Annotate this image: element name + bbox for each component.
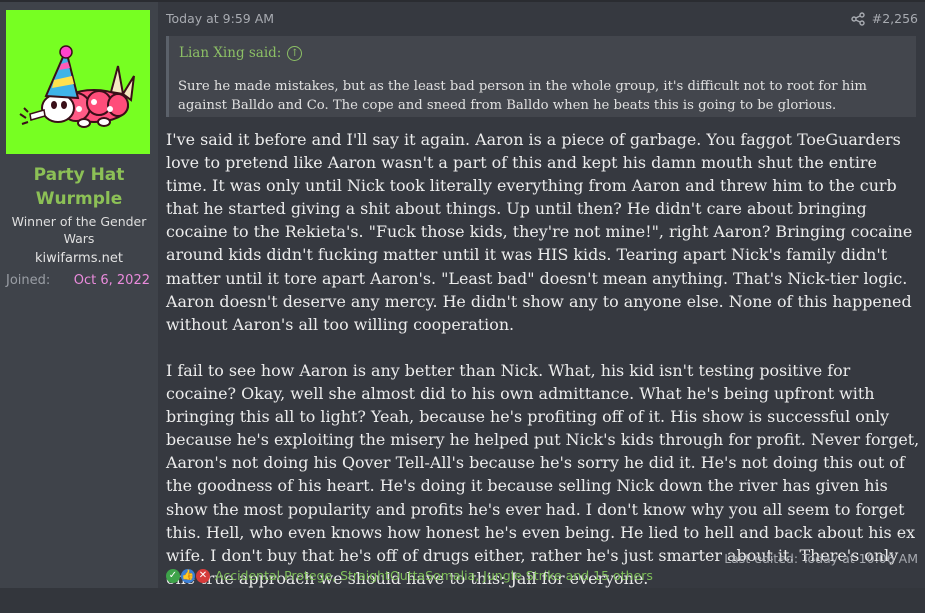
thumbs-up-reaction-icon[interactable]: 👍 <box>181 569 195 583</box>
user-banner: kiwifarms.net <box>35 251 123 266</box>
reaction-users-link[interactable]: Accidental Protege, StraightOuttaSomalia… <box>215 567 653 585</box>
post-date[interactable]: Today at 9:59 AM <box>166 10 274 28</box>
check-reaction-icon[interactable]: ✓ <box>166 569 180 583</box>
post-content: I've said it before and I'll say it agai… <box>166 128 921 613</box>
wurmple-party-hat-image <box>6 10 150 154</box>
last-edited: Last edited: Today at 10:06 AM <box>724 551 918 566</box>
x-reaction-icon[interactable]: ✕ <box>196 569 210 583</box>
quote-text: Sure he made mistakes, but as the least … <box>178 79 867 113</box>
message-body: Today at 9:59 AM #2,256 Lian Xing said: ↑… <box>158 2 925 588</box>
quote-author[interactable]: Lian Xing said: <box>179 45 281 61</box>
user-title: Winner of the Gender Wars <box>11 214 147 246</box>
post-number-link[interactable]: #2,256 <box>872 10 918 28</box>
quote-attribution[interactable]: Lian Xing said: ↑ <box>179 43 303 63</box>
post-paragraph: I've said it before and I'll say it agai… <box>166 130 913 334</box>
quote-block: Lian Xing said: ↑ Sure he made mistakes, … <box>166 36 916 117</box>
joined-label: Joined: <box>6 273 51 288</box>
user-sidebar: Party Hat Wurmple Winner of the Gender W… <box>0 2 158 588</box>
share-icon[interactable] <box>851 12 865 26</box>
jump-to-quote-icon[interactable]: ↑ <box>287 46 303 61</box>
reactions-bar[interactable]: ✓ 👍 ✕ Accidental Protege, StraightOuttaS… <box>166 567 653 585</box>
joined-date: Oct 6, 2022 <box>73 273 150 288</box>
user-avatar[interactable] <box>6 10 150 154</box>
username[interactable]: Party Hat Wurmple <box>0 163 158 211</box>
